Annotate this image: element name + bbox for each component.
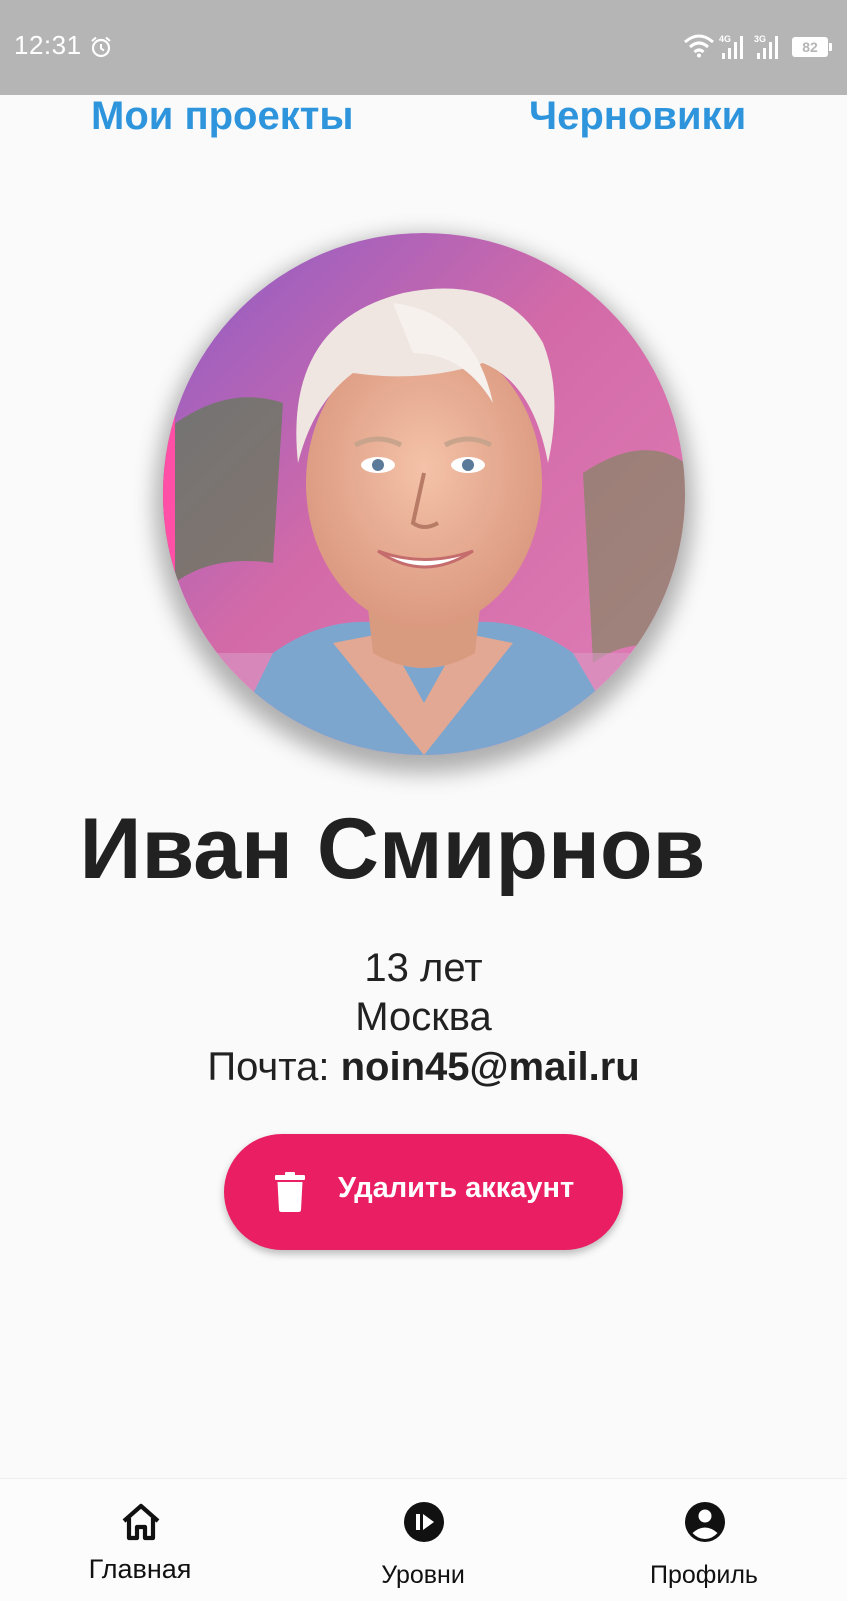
- profile-name: Иван Смирнов: [79, 801, 706, 897]
- home-icon: [122, 1503, 160, 1541]
- network-label-4g: 4G: [719, 34, 731, 44]
- profile-email-row: Почта: noin45@mail.ru: [0, 1045, 847, 1090]
- network-label-3g: 3G: [754, 34, 766, 44]
- avatar: [163, 233, 685, 755]
- nav-label-profile: Профиль: [650, 1561, 758, 1589]
- nav-item-profile[interactable]: Профиль: [604, 1479, 804, 1601]
- account-circle-icon: [685, 1502, 725, 1542]
- nav-label-home: Главная: [88, 1554, 192, 1584]
- play-circle-icon: [404, 1502, 444, 1542]
- delete-account-button[interactable]: Удалить аккаунт: [224, 1134, 623, 1250]
- email-value: noin45@mail.ru: [340, 1045, 640, 1089]
- nav-label-levels: Уровни: [381, 1561, 465, 1589]
- trash-icon: [275, 1172, 305, 1212]
- battery-level: 82: [792, 37, 828, 57]
- signal-4g-icon: 4G: [719, 34, 743, 59]
- status-bar: 12:31 4G 3G 82: [0, 0, 847, 95]
- delete-account-label: Удалить аккаунт: [338, 1172, 575, 1204]
- wifi-icon: [684, 34, 714, 58]
- battery-icon: 82: [792, 37, 832, 57]
- profile-age: 13 лет: [364, 946, 483, 990]
- avatar-photo: [163, 233, 685, 755]
- alarm-icon: [91, 36, 111, 58]
- profile-city: Москва: [355, 995, 492, 1039]
- tab-drafts[interactable]: Черновики: [529, 94, 746, 139]
- signal-3g-icon: 3G: [754, 34, 778, 59]
- tab-my-projects[interactable]: Мои проекты: [91, 94, 354, 139]
- status-time: 12:31: [14, 30, 82, 60]
- nav-item-levels[interactable]: Уровни: [323, 1479, 523, 1601]
- bottom-navigation: Главная Уровни Профиль: [0, 1478, 847, 1601]
- nav-item-home[interactable]: Главная: [40, 1479, 240, 1601]
- email-label: Почта:: [207, 1045, 341, 1089]
